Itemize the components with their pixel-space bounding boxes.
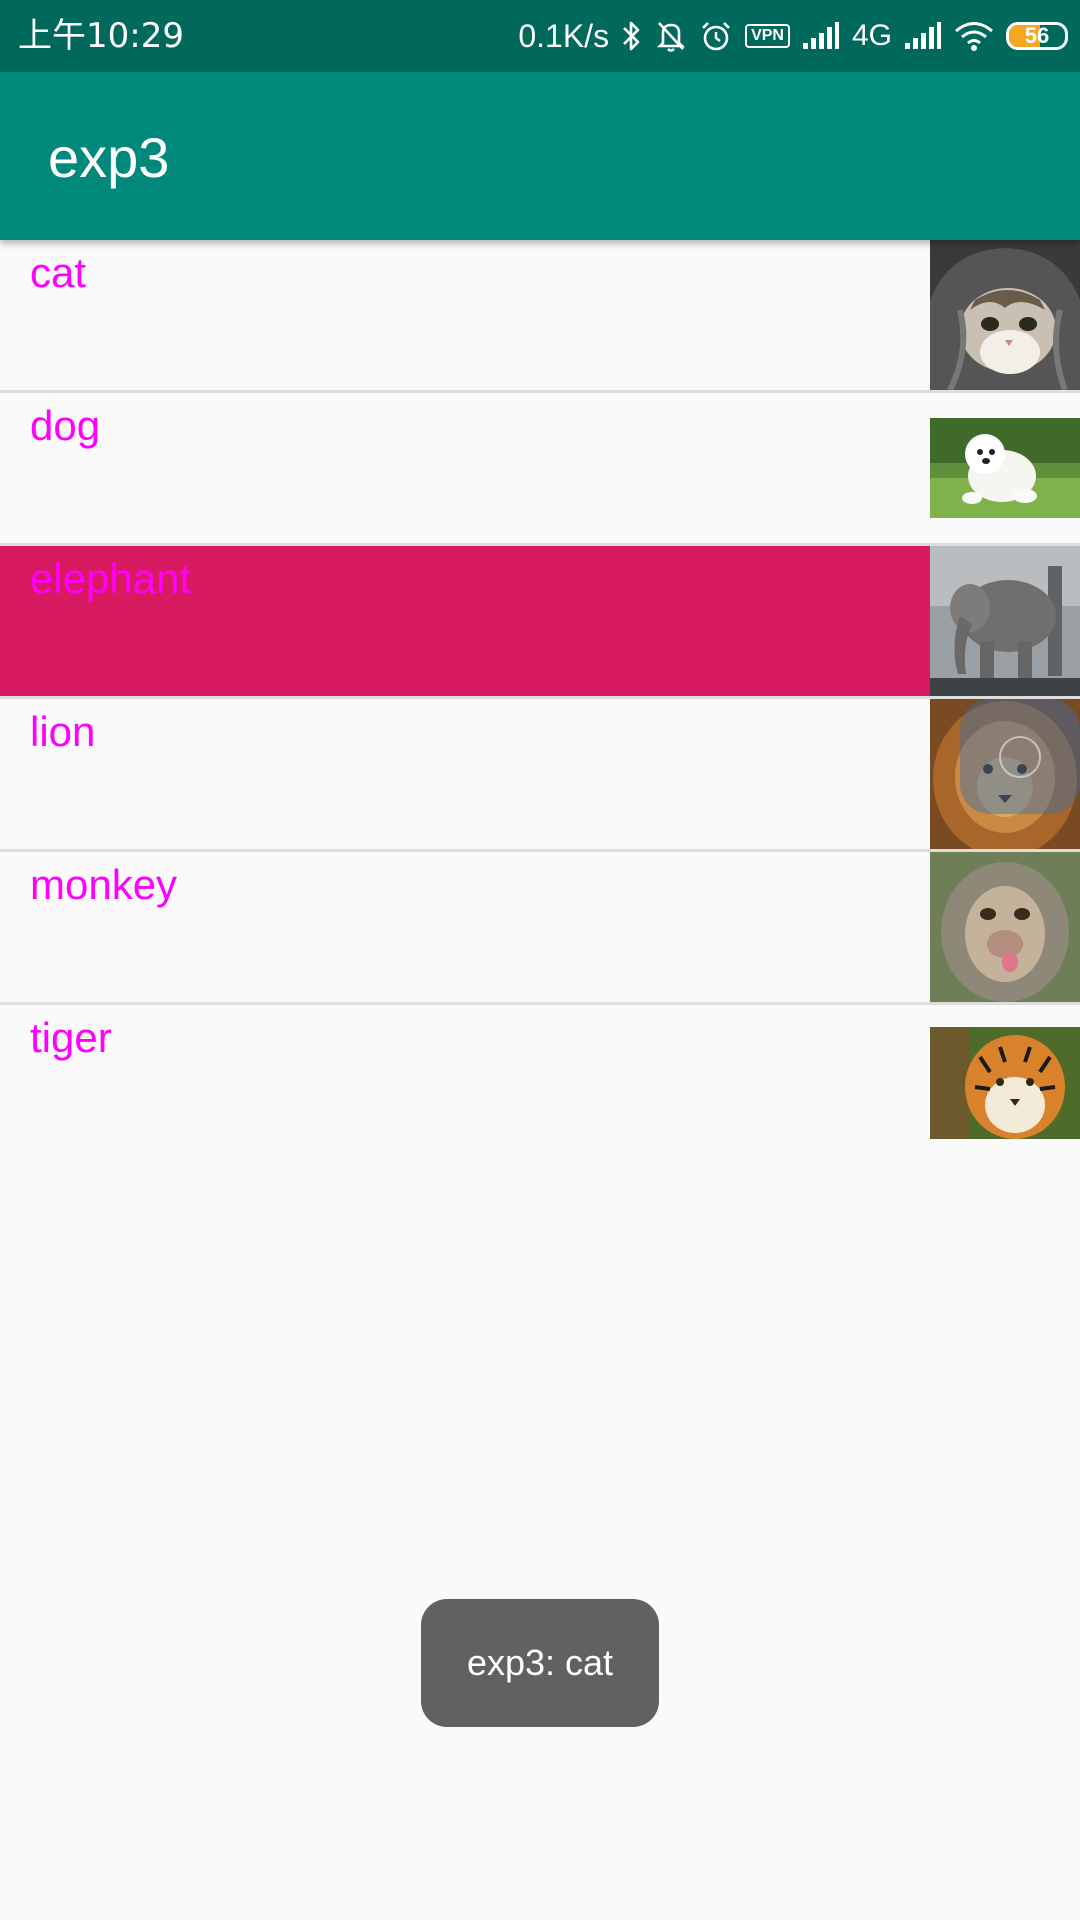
list-item[interactable]: dog xyxy=(0,393,1080,546)
animal-list[interactable]: cat dog elephant lion monkey tiger xyxy=(0,240,1080,1155)
list-item[interactable]: elephant xyxy=(0,546,1080,699)
list-item[interactable]: cat xyxy=(0,240,1080,393)
app-title: exp3 xyxy=(48,126,170,189)
network-speed: 0.1K/s xyxy=(518,18,610,54)
list-item-label: tiger xyxy=(30,1014,112,1061)
monkey-photo xyxy=(930,852,1080,1002)
network-type: 4G xyxy=(851,19,892,52)
toast: exp3: cat xyxy=(421,1599,659,1727)
wifi-icon xyxy=(954,16,994,56)
row-background xyxy=(0,699,930,849)
signal-icon xyxy=(904,16,942,56)
list-item-label: lion xyxy=(30,708,96,755)
tiger-photo xyxy=(930,1027,1080,1139)
dog-photo xyxy=(930,418,1080,518)
list-item-label: dog xyxy=(30,402,101,449)
battery-icon: 56 xyxy=(1006,16,1068,56)
list-item[interactable]: tiger xyxy=(0,1005,1080,1155)
row-background xyxy=(0,240,930,390)
status-time: 上午10:29 xyxy=(18,16,184,56)
status-icons: 0.1K/s VPN 4G 56 xyxy=(518,14,1068,58)
bluetooth-icon xyxy=(621,16,643,56)
vpn-label: VPN xyxy=(745,24,790,48)
list-item-label: monkey xyxy=(30,861,178,908)
list-item[interactable]: monkey xyxy=(0,852,1080,1005)
row-background xyxy=(0,393,930,543)
app-bar: exp3 xyxy=(0,72,1080,240)
battery-level: 56 xyxy=(1024,23,1050,48)
lion-photo xyxy=(930,699,1080,849)
elephant-photo xyxy=(930,546,1080,696)
list-item-label: cat xyxy=(30,249,87,296)
vpn-icon: VPN xyxy=(745,16,790,56)
toast-message: exp3: cat xyxy=(466,1642,614,1683)
alarm-icon xyxy=(699,16,733,56)
battery-indicator: 56 xyxy=(1006,22,1068,50)
cat-photo xyxy=(930,240,1080,390)
status-bar: 上午10:29 0.1K/s VPN 4G 56 xyxy=(0,0,1080,72)
mute-bell-icon xyxy=(655,16,687,56)
signal-icon xyxy=(802,16,840,56)
list-item-label: elephant xyxy=(30,555,192,602)
list-item[interactable]: lion xyxy=(0,699,1080,852)
row-background xyxy=(0,1005,930,1155)
